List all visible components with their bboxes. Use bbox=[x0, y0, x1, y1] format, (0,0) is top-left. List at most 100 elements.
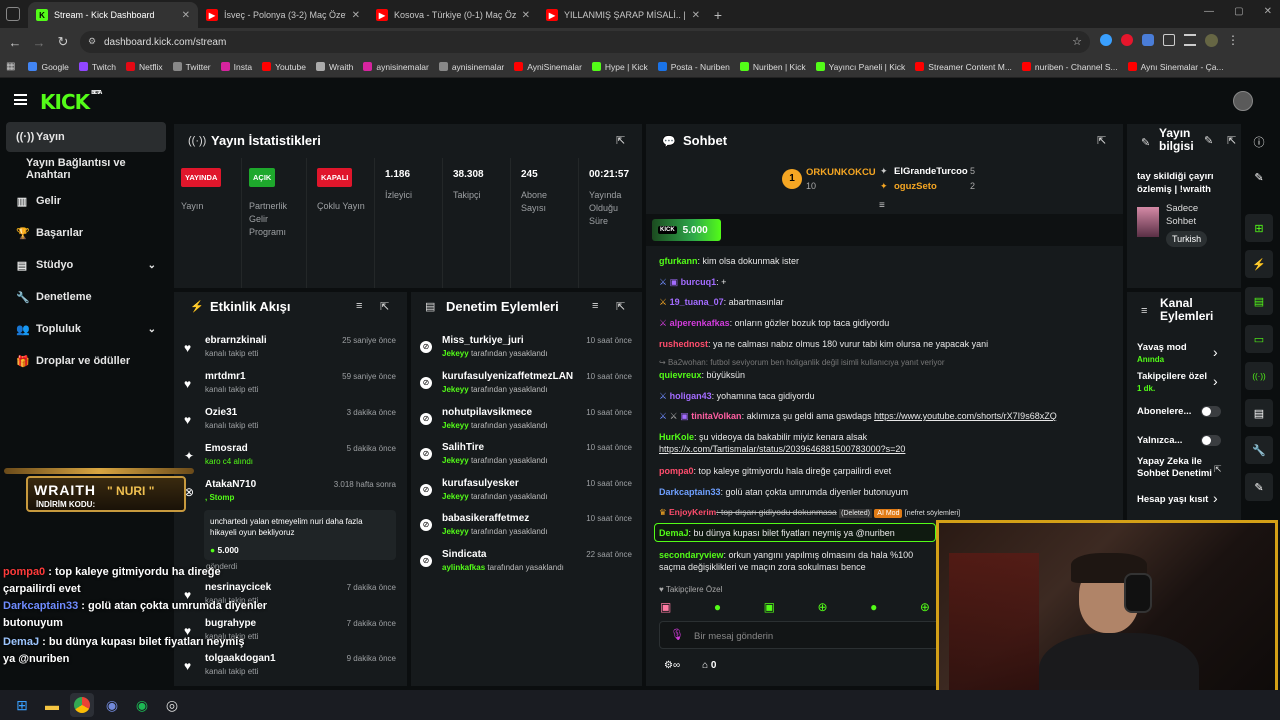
hamburger-menu-icon[interactable] bbox=[14, 94, 27, 105]
bookmark-item[interactable]: Netflix bbox=[121, 62, 168, 72]
tab-kick-dashboard[interactable]: K Stream - Kick Dashboard ✕ bbox=[28, 2, 198, 28]
sidebar-item-studyo[interactable]: ▤ Stüdyo ⌄ bbox=[6, 250, 166, 280]
emote-icon[interactable]: ▣ bbox=[660, 600, 671, 614]
window-controls[interactable]: — ▢ ✕ bbox=[1200, 6, 1276, 17]
maximize-icon[interactable]: ▢ bbox=[1234, 6, 1243, 17]
minimize-icon[interactable]: — bbox=[1204, 6, 1214, 17]
apps-grid-icon[interactable]: ▦ bbox=[6, 61, 15, 72]
bookmark-item[interactable]: Twitch bbox=[74, 62, 121, 72]
popout-icon[interactable]: ⇱ bbox=[616, 300, 625, 313]
chat-input[interactable]: 🎙 Bir mesaj gönderin bbox=[659, 621, 949, 649]
emote-icon[interactable]: ⊕ bbox=[920, 600, 930, 614]
spotify-icon[interactable]: ◉ bbox=[130, 693, 154, 717]
settings-icon[interactable]: ⚙∞ bbox=[664, 660, 680, 671]
bookmark-item[interactable]: aynisinemalar bbox=[358, 62, 433, 72]
bookmark-item[interactable]: Yayıncı Paneli | Kick bbox=[811, 62, 911, 72]
kicks-pinned-button[interactable]: KICK 5.000 bbox=[652, 219, 721, 241]
bookmark-item[interactable]: Streamer Content M... bbox=[910, 62, 1017, 72]
site-info-icon[interactable]: ⚙ bbox=[88, 36, 96, 47]
list-icon[interactable]: ▤ bbox=[1245, 399, 1273, 427]
extension-icon[interactable] bbox=[1121, 34, 1133, 46]
bookmark-item[interactable]: nuriben - Channel S... bbox=[1017, 62, 1123, 72]
extension-icon[interactable] bbox=[1142, 34, 1154, 46]
profile-avatar[interactable] bbox=[1205, 34, 1218, 47]
kick-logo[interactable]: KICK BETA bbox=[40, 90, 102, 114]
bookmark-item[interactable]: Insta bbox=[216, 62, 257, 72]
document-icon[interactable]: ▤ bbox=[1245, 287, 1273, 315]
broadcast-icon[interactable]: ((·)) bbox=[1245, 362, 1273, 390]
emote-icon[interactable]: ● bbox=[714, 600, 721, 614]
bookmark-item[interactable]: Aynı Sinemalar - Ça... bbox=[1123, 62, 1229, 72]
tab-search-icon[interactable] bbox=[6, 7, 20, 21]
gift-icon[interactable]: ⌂ 0 bbox=[702, 660, 716, 671]
reload-icon[interactable]: ↻ bbox=[51, 30, 75, 54]
bookmark-item[interactable]: Posta - Nuriben bbox=[653, 62, 735, 72]
emote-icon[interactable]: ⊕ bbox=[818, 600, 828, 614]
filter-icon[interactable]: ≡ bbox=[356, 300, 362, 312]
sidebar-item-basarilar[interactable]: 🏆 Başarılar bbox=[6, 218, 166, 248]
tab-youtube-2[interactable]: ▶ Kosova - Türkiye (0-1) Maç Öz... ✕ bbox=[368, 2, 538, 28]
bookmark-item[interactable]: Google bbox=[23, 62, 73, 72]
chevron-right-icon[interactable]: › bbox=[1213, 344, 1218, 360]
sidebar-item-denetleme[interactable]: 🔧 Denetleme bbox=[6, 282, 166, 312]
sidebar-item-stream-key[interactable]: Yayın Bağlantısı ve Anahtarı bbox=[6, 154, 166, 184]
ai-moderation-row[interactable]: Yapay Zeka ile Sohbet Denetimi bbox=[1137, 456, 1212, 480]
popout-icon[interactable]: ⇱ bbox=[380, 300, 389, 313]
edit-icon[interactable]: ✎ bbox=[1245, 163, 1273, 191]
close-icon[interactable]: ✕ bbox=[522, 10, 530, 21]
bookmark-item[interactable]: Nuriben | Kick bbox=[735, 62, 811, 72]
emote-icon[interactable]: ▣ bbox=[764, 600, 775, 614]
sidebar-item-yayin[interactable]: ((·)) Yayın bbox=[6, 122, 166, 152]
microphone-icon[interactable]: 🎙 bbox=[670, 628, 684, 641]
chat-bubble-icon[interactable]: ▭ bbox=[1245, 325, 1273, 353]
popout-icon[interactable]: ⇱ bbox=[1227, 134, 1236, 147]
windows-start-icon[interactable]: ⊞ bbox=[10, 693, 34, 717]
menu-list-icon[interactable] bbox=[1184, 34, 1196, 46]
kebab-menu-icon[interactable]: ⋮ bbox=[1227, 34, 1239, 47]
close-icon[interactable]: ✕ bbox=[352, 10, 360, 21]
chat-link[interactable]: https://www.youtube.com/shorts/rX7I9s68x… bbox=[874, 411, 1057, 421]
wrench-icon[interactable]: 🔧 bbox=[1245, 436, 1273, 464]
chrome-icon[interactable] bbox=[70, 693, 94, 717]
bookmark-item[interactable]: Wraith bbox=[311, 62, 358, 72]
forward-icon[interactable]: → bbox=[27, 30, 51, 54]
bookmark-item[interactable]: Twitter bbox=[168, 62, 216, 72]
user-avatar[interactable] bbox=[1233, 91, 1253, 111]
close-window-icon[interactable]: ✕ bbox=[1264, 6, 1272, 17]
edit-icon[interactable]: ✎ bbox=[1204, 134, 1213, 147]
subscribers-only-toggle[interactable] bbox=[1201, 406, 1221, 417]
close-icon[interactable]: ✕ bbox=[182, 10, 190, 21]
bookmark-item[interactable]: Hype | Kick bbox=[587, 62, 653, 72]
chat-link[interactable]: https://x.com/Tartismalar/status/2039646… bbox=[659, 444, 905, 454]
obs-icon[interactable]: ◎ bbox=[160, 693, 184, 717]
bookmark-star-icon[interactable]: ☆ bbox=[1072, 35, 1082, 48]
new-tab-button[interactable]: + bbox=[708, 2, 728, 28]
external-link-icon[interactable]: ⇱ bbox=[1214, 464, 1222, 475]
back-icon[interactable]: ← bbox=[3, 30, 27, 54]
lightning-icon[interactable]: ⚡ bbox=[1245, 250, 1273, 278]
chevron-right-icon[interactable]: › bbox=[1213, 490, 1218, 506]
puzzle-icon[interactable] bbox=[1163, 34, 1175, 46]
sidebar-item-gelir[interactable]: ▥ Gelir bbox=[6, 186, 166, 216]
popout-icon[interactable]: ⇱ bbox=[1097, 134, 1106, 147]
sidebar-item-topluluk[interactable]: 👥 Topluluk ⌄ bbox=[6, 314, 166, 344]
discord-icon[interactable]: ◉ bbox=[100, 693, 124, 717]
file-explorer-icon[interactable]: ▬ bbox=[40, 693, 64, 717]
emote-icon[interactable]: ● bbox=[870, 600, 877, 614]
pin-icon[interactable]: ✎ bbox=[1245, 473, 1273, 501]
filter-icon[interactable]: ≡ bbox=[592, 300, 598, 312]
sidebar-item-droplar[interactable]: 🎁 Droplar ve ödüller bbox=[6, 346, 166, 376]
url-field[interactable]: ⚙ dashboard.kick.com/stream ☆ bbox=[80, 31, 1090, 53]
popout-icon[interactable]: ⇱ bbox=[616, 134, 625, 147]
info-icon[interactable]: ⓘ bbox=[1245, 128, 1273, 156]
chevron-right-icon[interactable]: › bbox=[1213, 373, 1218, 389]
bookmark-item[interactable]: aynisinemalar bbox=[434, 62, 509, 72]
extension-icon[interactable] bbox=[1100, 34, 1112, 46]
tab-youtube-3[interactable]: ▶ YILLANMIŞ ŞARAP MİSALİ.. | LO... ✕ bbox=[538, 2, 708, 28]
emote-only-toggle[interactable] bbox=[1201, 435, 1221, 446]
tab-youtube-1[interactable]: ▶ İsveç - Polonya (3-2) Maç Özeti ✕ bbox=[198, 2, 368, 28]
expand-leaderboard-icon[interactable]: ≡ bbox=[879, 200, 885, 211]
bookmark-item[interactable]: AyniSinemalar bbox=[509, 62, 587, 72]
grid-icon[interactable]: ⊞ bbox=[1245, 214, 1273, 242]
bookmark-item[interactable]: Youtube bbox=[257, 62, 311, 72]
